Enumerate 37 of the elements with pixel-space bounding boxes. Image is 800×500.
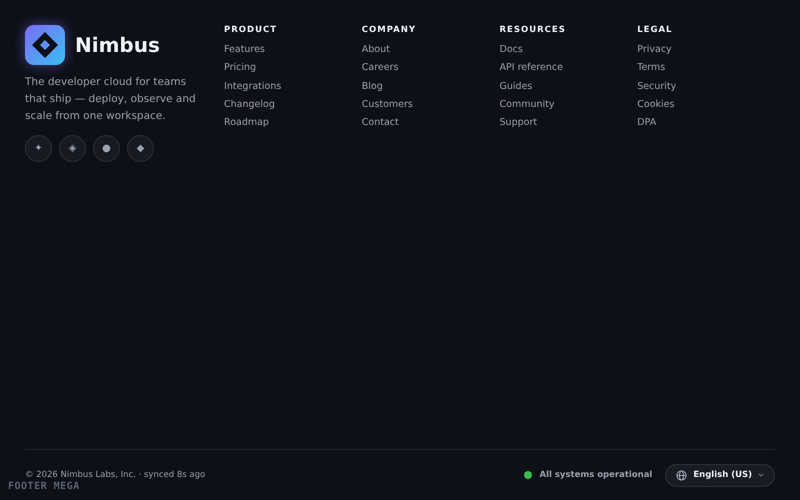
footer-link[interactable]: Integrations bbox=[224, 78, 282, 96]
footer-link[interactable]: Changelog bbox=[224, 96, 275, 114]
social-button[interactable]: ● bbox=[93, 135, 120, 162]
footer-link[interactable]: Terms bbox=[637, 59, 666, 78]
footer-link[interactable]: Privacy bbox=[637, 41, 672, 60]
footer-link[interactable]: Pricing bbox=[224, 59, 256, 78]
social-button[interactable]: ✦ bbox=[25, 135, 52, 162]
footer-link[interactable]: Blog bbox=[362, 78, 383, 96]
footer-link[interactable]: Security bbox=[637, 78, 676, 96]
diamond-logo-icon bbox=[25, 25, 65, 65]
footer-link[interactable]: Community bbox=[500, 96, 554, 114]
globe-icon bbox=[676, 470, 688, 480]
footer-link[interactable]: Careers bbox=[362, 59, 398, 78]
footer-link[interactable]: Support bbox=[500, 114, 538, 132]
status-text: All systems operational bbox=[539, 470, 652, 480]
footer-link[interactable]: Roadmap bbox=[224, 114, 269, 132]
social-button[interactable]: ◈ bbox=[59, 135, 86, 162]
footer-link[interactable]: Contact bbox=[362, 114, 399, 132]
footer-link[interactable]: Features bbox=[224, 41, 265, 60]
footer-link[interactable]: Customers bbox=[362, 96, 413, 114]
footer-link[interactable]: API reference bbox=[500, 59, 563, 78]
social-button[interactable]: ◆ bbox=[127, 135, 154, 162]
tagline: The developer cloud for teams that ship — deploy, observe and scale from one workspace. bbox=[25, 75, 197, 124]
footer-link[interactable]: Cookies bbox=[637, 96, 674, 114]
column-heading: RESOURCES bbox=[500, 25, 566, 36]
copyright-text: © 2026 Nimbus Labs, Inc. · synced 8s ago bbox=[25, 470, 206, 480]
footer-link[interactable]: DPA bbox=[637, 114, 656, 132]
language-selector[interactable]: English (US) bbox=[665, 464, 775, 486]
caret-icon bbox=[758, 473, 764, 477]
footer-link[interactable]: Guides bbox=[500, 78, 532, 96]
footer-link[interactable]: Docs bbox=[500, 41, 523, 60]
brand-name: Nimbus bbox=[75, 33, 160, 57]
column-heading: PRODUCT bbox=[224, 25, 278, 36]
footer-link[interactable]: About bbox=[362, 41, 390, 60]
caption-label: FOOTER MEGA bbox=[8, 481, 80, 492]
column-heading: COMPANY bbox=[362, 25, 416, 36]
column-heading: LEGAL bbox=[637, 25, 672, 36]
